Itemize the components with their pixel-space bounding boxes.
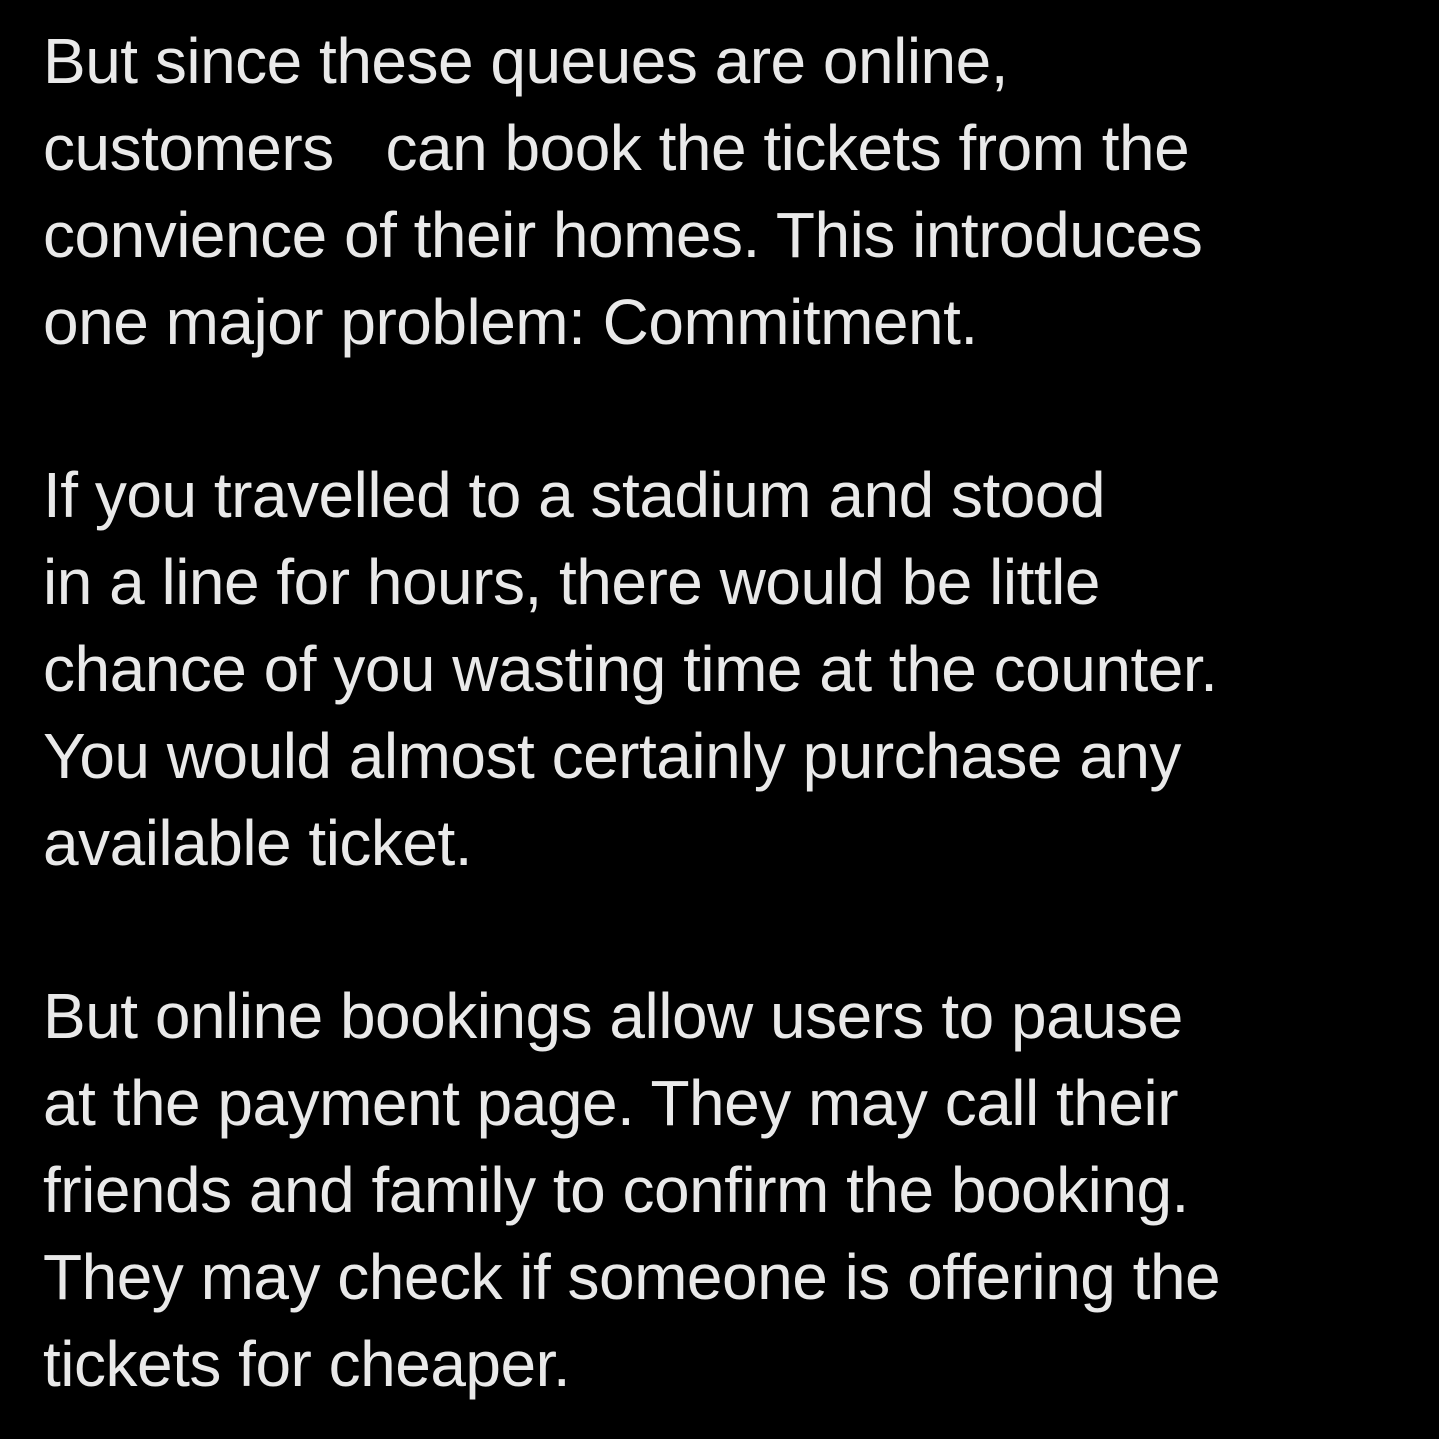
text-line: convience of their homes. This introduce… — [43, 199, 1203, 271]
text-page: But since these queues are online, custo… — [0, 0, 1439, 1439]
text-line: They may check if someone is offering th… — [43, 1241, 1221, 1313]
text-line: friends and family to confirm the bookin… — [43, 1154, 1189, 1226]
text-line: You would almost certainly purchase any — [43, 720, 1181, 792]
text-line: tickets for cheaper. — [43, 1328, 571, 1400]
text-line: But online bookings allow users to pause — [43, 980, 1183, 1052]
text-line: at the payment page. They may call their — [43, 1067, 1179, 1139]
text-line: customers can book the tickets from the — [43, 112, 1190, 184]
text-line: available ticket. — [43, 807, 473, 879]
paragraph-online-bookings: But online bookings allow users to pause… — [43, 973, 1221, 1408]
text-line: chance of you wasting time at the counte… — [43, 633, 1218, 705]
text-line: one major problem: Commitment. — [43, 286, 978, 358]
text-line: in a line for hours, there would be litt… — [43, 546, 1100, 618]
text-line: If you travelled to a stadium and stood — [43, 459, 1106, 531]
paragraph-stadium-line: If you travelled to a stadium and stood … — [43, 452, 1218, 887]
paragraph-online-queues: But since these queues are online, custo… — [43, 18, 1203, 366]
text-line: But since these queues are online, — [43, 25, 1009, 97]
